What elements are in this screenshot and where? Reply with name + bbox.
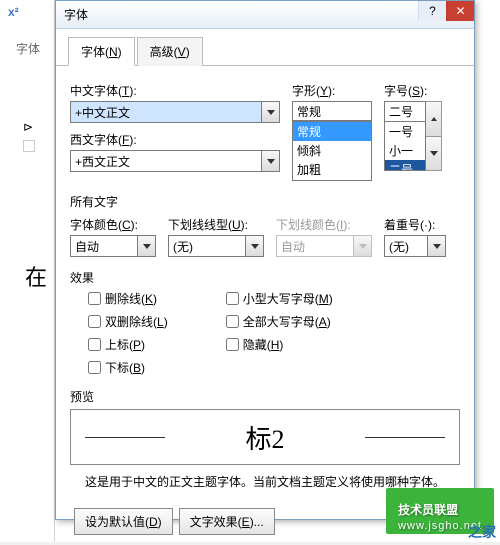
ribbon-font-label: 字体 <box>16 40 40 57</box>
titlebar[interactable]: 字体 ? ✕ <box>56 1 474 29</box>
font-color-label: 字体颜色(C): <box>70 216 156 233</box>
font-size-label: 字号(S): <box>384 82 448 99</box>
preview-box: 标2 <box>70 409 460 465</box>
list-item[interactable]: 常规 <box>293 122 371 141</box>
preview-label: 预览 <box>70 388 460 405</box>
paragraph-mark <box>23 140 35 152</box>
subscript-checkbox[interactable]: 下标(B) <box>88 359 168 376</box>
font-style-input[interactable]: 常规 <box>292 101 372 121</box>
close-button[interactable]: ✕ <box>446 1 474 21</box>
list-item[interactable]: 二号 <box>385 160 425 171</box>
chinese-font-label: 中文字体(T): <box>70 82 280 99</box>
allcaps-checkbox[interactable]: 全部大写字母(A) <box>226 313 333 330</box>
dropdown-icon <box>354 235 372 257</box>
text-effects-button[interactable]: 文字效果(E)... <box>179 508 275 535</box>
list-item[interactable]: 加粗 <box>293 160 371 179</box>
underline-style-combo[interactable]: (无) <box>168 235 264 257</box>
preview-text: 标2 <box>245 419 284 456</box>
list-item[interactable]: 小一 <box>385 141 425 160</box>
font-style-label: 字形(Y): <box>292 82 372 99</box>
smallcaps-checkbox[interactable]: 小型大写字母(M) <box>226 290 333 307</box>
scroll-up-icon[interactable] <box>426 101 442 136</box>
dropdown-icon[interactable] <box>138 235 156 257</box>
superscript-checkbox[interactable]: 上标(P) <box>88 336 168 353</box>
doc-margin-marker: ⊳ <box>23 120 33 134</box>
dropdown-icon[interactable] <box>262 150 280 172</box>
preview-line <box>85 437 165 438</box>
emphasis-label: 着重号(·): <box>384 216 446 233</box>
font-size-input[interactable]: 二号 <box>384 101 426 121</box>
effects-label: 效果 <box>70 269 460 286</box>
list-item[interactable]: 一号 <box>385 122 425 141</box>
watermark-corner: 之家 <box>468 522 496 542</box>
font-color-combo[interactable]: 自动 <box>70 235 156 257</box>
font-dialog: 字体 ? ✕ 字体(N) 高级(V) 中文字体(T): +中文正文 西文字体(F… <box>55 0 475 520</box>
preview-line <box>365 437 445 438</box>
western-font-label: 西文字体(F): <box>70 131 280 148</box>
strike-checkbox[interactable]: 删除线(K) <box>88 290 168 307</box>
tab-advanced[interactable]: 高级(V) <box>137 37 203 66</box>
dropdown-icon[interactable] <box>262 101 280 123</box>
western-font-combo[interactable]: +西文正文 <box>70 150 280 172</box>
document-text: 在 <box>25 260 47 292</box>
dropdown-icon[interactable] <box>428 235 446 257</box>
font-size-list[interactable]: 一号 小一 二号 <box>384 121 426 171</box>
hidden-checkbox[interactable]: 隐藏(H) <box>226 336 333 353</box>
double-strike-checkbox[interactable]: 双删除线(L) <box>88 313 168 330</box>
font-style-list[interactable]: 常规 倾斜 加粗 <box>292 121 372 181</box>
set-default-button[interactable]: 设为默认值(D) <box>74 508 173 535</box>
underline-color-combo: 自动 <box>276 235 372 257</box>
all-text-label: 所有文字 <box>70 193 460 210</box>
underline-style-label: 下划线线型(U): <box>168 216 264 233</box>
underline-color-label: 下划线颜色(I): <box>276 216 372 233</box>
dropdown-icon[interactable] <box>246 235 264 257</box>
emphasis-combo[interactable]: (无) <box>384 235 446 257</box>
dialog-title: 字体 <box>64 6 88 23</box>
list-item[interactable]: 倾斜 <box>293 141 371 160</box>
help-button[interactable]: ? <box>418 1 446 21</box>
scroll-down-icon[interactable] <box>426 136 442 172</box>
chinese-font-combo[interactable]: +中文正文 <box>70 101 280 123</box>
tab-font[interactable]: 字体(N) <box>68 37 135 66</box>
superscript-tool[interactable]: x² <box>8 5 19 19</box>
